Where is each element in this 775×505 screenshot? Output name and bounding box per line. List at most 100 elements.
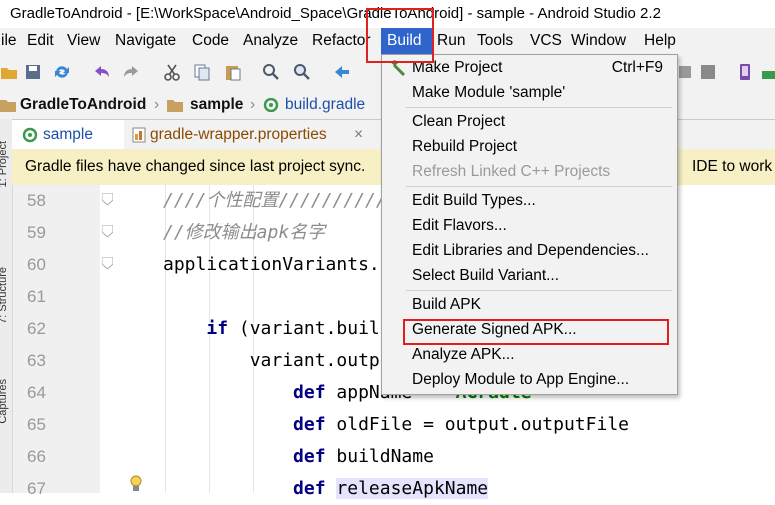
avd-manager-icon[interactable] bbox=[736, 63, 754, 81]
code-token: applicationVariants. bbox=[163, 254, 380, 275]
code-line: 66 def buildName bbox=[13, 441, 775, 473]
window-title: GradleToAndroid - [E:\WorkSpace\Android_… bbox=[10, 5, 661, 22]
banner-message: Gradle files have changed since last pro… bbox=[25, 158, 366, 175]
code-text: def buildName bbox=[163, 441, 434, 473]
line-number: 62 bbox=[27, 319, 46, 338]
menu-window[interactable]: Window bbox=[568, 28, 629, 54]
code-token: //修改输出apk名字 bbox=[163, 222, 326, 243]
menu-help[interactable]: Help bbox=[641, 28, 679, 54]
menu-tools[interactable]: Tools bbox=[474, 28, 516, 54]
tab-sample[interactable]: sample bbox=[12, 120, 124, 149]
menu-view[interactable]: View bbox=[64, 28, 103, 54]
code-token: def bbox=[293, 478, 326, 499]
code-token: releaseApkName bbox=[336, 478, 489, 499]
menu-item-rebuild-project[interactable]: Rebuild Project bbox=[382, 134, 677, 159]
code-token: buildName bbox=[325, 446, 434, 467]
breadcrumb-module[interactable]: sample bbox=[190, 91, 243, 119]
menu-refactor[interactable]: Refactor bbox=[309, 28, 374, 54]
menu-analyze[interactable]: Analyze bbox=[240, 28, 301, 54]
cut-icon[interactable] bbox=[163, 63, 181, 81]
menu-file[interactable]: ile bbox=[0, 28, 20, 54]
redo-icon[interactable] bbox=[122, 63, 140, 81]
menu-item-build-apk[interactable]: Build APK bbox=[382, 292, 677, 317]
menu-item-edit-libraries[interactable]: Edit Libraries and Dependencies... bbox=[382, 238, 677, 263]
code-token: def bbox=[293, 382, 326, 403]
breadcrumb-project[interactable]: GradleToAndroid bbox=[20, 91, 146, 119]
close-icon[interactable]: × bbox=[354, 120, 363, 149]
line-number: 60 bbox=[27, 255, 46, 274]
breadcrumb-file[interactable]: build.gradle bbox=[285, 91, 365, 119]
paste-icon[interactable] bbox=[224, 63, 242, 81]
menu-item-clean-project[interactable]: Clean Project bbox=[382, 109, 677, 134]
save-icon[interactable] bbox=[24, 63, 42, 81]
code-text: ////个性配置//////////// bbox=[163, 185, 408, 217]
menu-run[interactable]: Run bbox=[434, 28, 468, 54]
menu-separator bbox=[406, 186, 672, 187]
code-text: def releaseApkName bbox=[163, 473, 489, 505]
menu-edit[interactable]: Edit bbox=[24, 28, 57, 54]
fold-marker-icon[interactable] bbox=[102, 257, 113, 269]
annotation-highlight-build-menu bbox=[366, 8, 434, 63]
module-folder-icon bbox=[167, 100, 183, 112]
menu-item-edit-build-types[interactable]: Edit Build Types... bbox=[382, 188, 677, 213]
menu-vcs[interactable]: VCS bbox=[527, 28, 565, 54]
stop-icon[interactable] bbox=[699, 63, 717, 81]
undo-icon[interactable] bbox=[93, 63, 111, 81]
copy-icon[interactable] bbox=[193, 63, 211, 81]
open-folder-icon[interactable] bbox=[0, 63, 18, 81]
code-token: oldFile = output.outputFile bbox=[325, 414, 629, 435]
breadcrumb-separator-icon: › bbox=[250, 96, 256, 113]
tab-label: sample bbox=[43, 126, 93, 143]
annotation-highlight-generate-signed-apk bbox=[403, 319, 669, 345]
code-token: def bbox=[293, 446, 326, 467]
menu-navigate[interactable]: Navigate bbox=[112, 28, 179, 54]
sync-icon[interactable] bbox=[53, 63, 71, 81]
code-line: 65 def oldFile = output.outputFile bbox=[13, 409, 775, 441]
line-number: 65 bbox=[27, 415, 46, 434]
menu-separator bbox=[406, 107, 672, 108]
replace-icon[interactable] bbox=[293, 63, 311, 81]
breadcrumb-separator-icon: › bbox=[154, 96, 160, 113]
find-icon[interactable] bbox=[262, 63, 280, 81]
fold-marker-icon[interactable] bbox=[102, 193, 113, 205]
code-token: ////个性配置//////////// bbox=[163, 190, 409, 211]
tab-gradle-wrapper[interactable]: gradle-wrapper.properties × bbox=[128, 120, 378, 149]
code-text: variant.outp bbox=[163, 345, 380, 377]
code-token: variant.outp bbox=[163, 350, 380, 371]
fold-marker-icon[interactable] bbox=[102, 225, 113, 237]
sdk-manager-icon[interactable] bbox=[760, 63, 775, 81]
menu-item-select-build-variant[interactable]: Select Build Variant... bbox=[382, 263, 677, 288]
lightbulb-icon[interactable] bbox=[129, 475, 143, 493]
code-text: //修改输出apk名字 bbox=[163, 217, 325, 249]
banner-message-right: IDE to work pr bbox=[692, 158, 775, 175]
captures-panel-tab[interactable]: Captures bbox=[0, 379, 11, 424]
code-text: applicationVariants. bbox=[163, 249, 380, 281]
menu-item-refresh-cpp: Refresh Linked C++ Projects bbox=[412, 163, 611, 180]
run-config-icon[interactable] bbox=[676, 63, 694, 81]
structure-panel-tab[interactable]: 7: Structure bbox=[0, 267, 11, 324]
menu-item-deploy-module[interactable]: Deploy Module to App Engine... bbox=[382, 367, 677, 392]
menu-item-analyze-apk[interactable]: Analyze APK... bbox=[382, 342, 677, 367]
code-text: def oldFile = output.outputFile bbox=[163, 409, 629, 441]
project-panel-tab[interactable]: 1: Project bbox=[0, 141, 11, 187]
code-token: (variant.buil bbox=[228, 318, 380, 339]
line-number: 61 bbox=[27, 287, 46, 306]
menu-item-make-module[interactable]: Make Module 'sample' bbox=[382, 80, 677, 105]
menu-code[interactable]: Code bbox=[189, 28, 232, 54]
menu-item-edit-flavors[interactable]: Edit Flavors... bbox=[382, 213, 677, 238]
line-number: 59 bbox=[27, 223, 46, 242]
gradle-file-icon bbox=[263, 98, 279, 112]
menu-separator bbox=[406, 290, 672, 291]
line-number: 67 bbox=[27, 479, 46, 498]
back-arrow-icon[interactable] bbox=[333, 63, 351, 81]
tab-label: gradle-wrapper.properties bbox=[150, 126, 327, 143]
line-number: 64 bbox=[27, 383, 46, 402]
folder-icon bbox=[0, 100, 16, 112]
line-number: 58 bbox=[27, 191, 46, 210]
code-line: 67 def releaseApkName bbox=[13, 473, 775, 505]
